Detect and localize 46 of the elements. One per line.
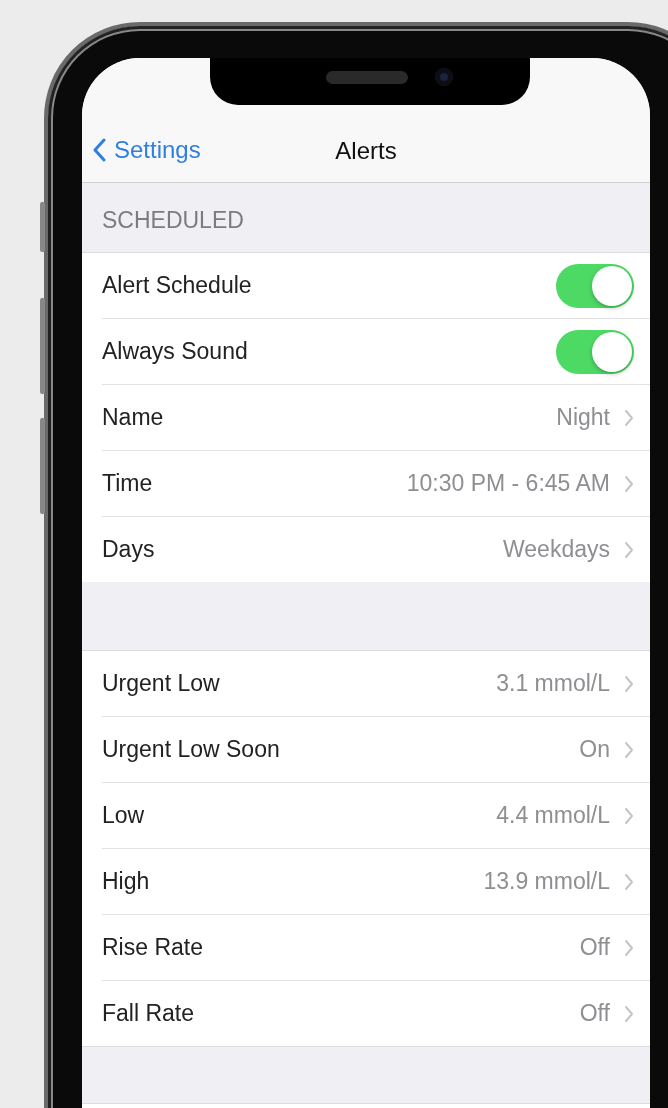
settings-row[interactable]: Rise Rate Off (102, 915, 650, 981)
toggle-switch[interactable] (556, 263, 634, 308)
row-label: Rise Rate (102, 934, 204, 961)
row-label: Urgent Low (102, 670, 221, 697)
row-label: Low (102, 802, 146, 829)
row-value: Night (556, 404, 610, 431)
settings-row[interactable]: High 13.9 mmol/L (102, 849, 650, 915)
row-value: On (579, 736, 610, 763)
toggle-switch[interactable] (556, 329, 634, 374)
settings-row[interactable]: Low 4.4 mmol/L (102, 783, 650, 849)
chevron-icon (624, 674, 634, 693)
row-value: Off (579, 1000, 610, 1027)
row-value: 4.4 mmol/L (496, 802, 610, 829)
row-value: 10:30 PM - 6:45 AM (406, 470, 610, 497)
chevron-icon (624, 408, 634, 427)
row-value: Off (579, 934, 610, 961)
chevron-icon (624, 872, 634, 891)
row-value: 3.1 mmol/L (496, 670, 610, 697)
chevron-icon (624, 938, 634, 957)
settings-row[interactable]: Urgent Low Soon On (102, 717, 650, 783)
settings-row[interactable]: Urgent Low 3.1 mmol/L (102, 651, 650, 717)
settings-row[interactable]: Always Sound (102, 319, 650, 385)
chevron-icon (624, 740, 634, 759)
row-label: Name (102, 404, 165, 431)
row-label: Alert Schedule (102, 272, 253, 299)
back-chevron-icon (92, 137, 106, 163)
settings-row[interactable]: Name Night (102, 385, 650, 451)
settings-row[interactable]: Days Weekdays (102, 517, 650, 582)
settings-row[interactable]: Fall Rate Off (102, 981, 650, 1046)
row-label: Fall Rate (102, 1000, 196, 1027)
chevron-icon (624, 540, 634, 559)
settings-row[interactable]: Time 10:30 PM - 6:45 AM (102, 451, 650, 517)
camera-icon (435, 68, 453, 86)
back-link[interactable]: Settings (92, 136, 201, 164)
row-value: Weekdays (503, 536, 610, 563)
row-label: Days (102, 536, 156, 563)
row-label: High (102, 868, 151, 895)
chevron-icon (624, 1004, 634, 1023)
row-label: Urgent Low Soon (102, 736, 281, 763)
row-label: Always Sound (102, 338, 249, 365)
screen-title: Alerts (335, 137, 397, 165)
row-label: Time (102, 470, 154, 497)
chevron-icon (624, 806, 634, 825)
chevron-icon (624, 474, 634, 493)
settings-row[interactable]: Alert Schedule (102, 253, 650, 319)
row-value: 13.9 mmol/L (483, 868, 610, 895)
